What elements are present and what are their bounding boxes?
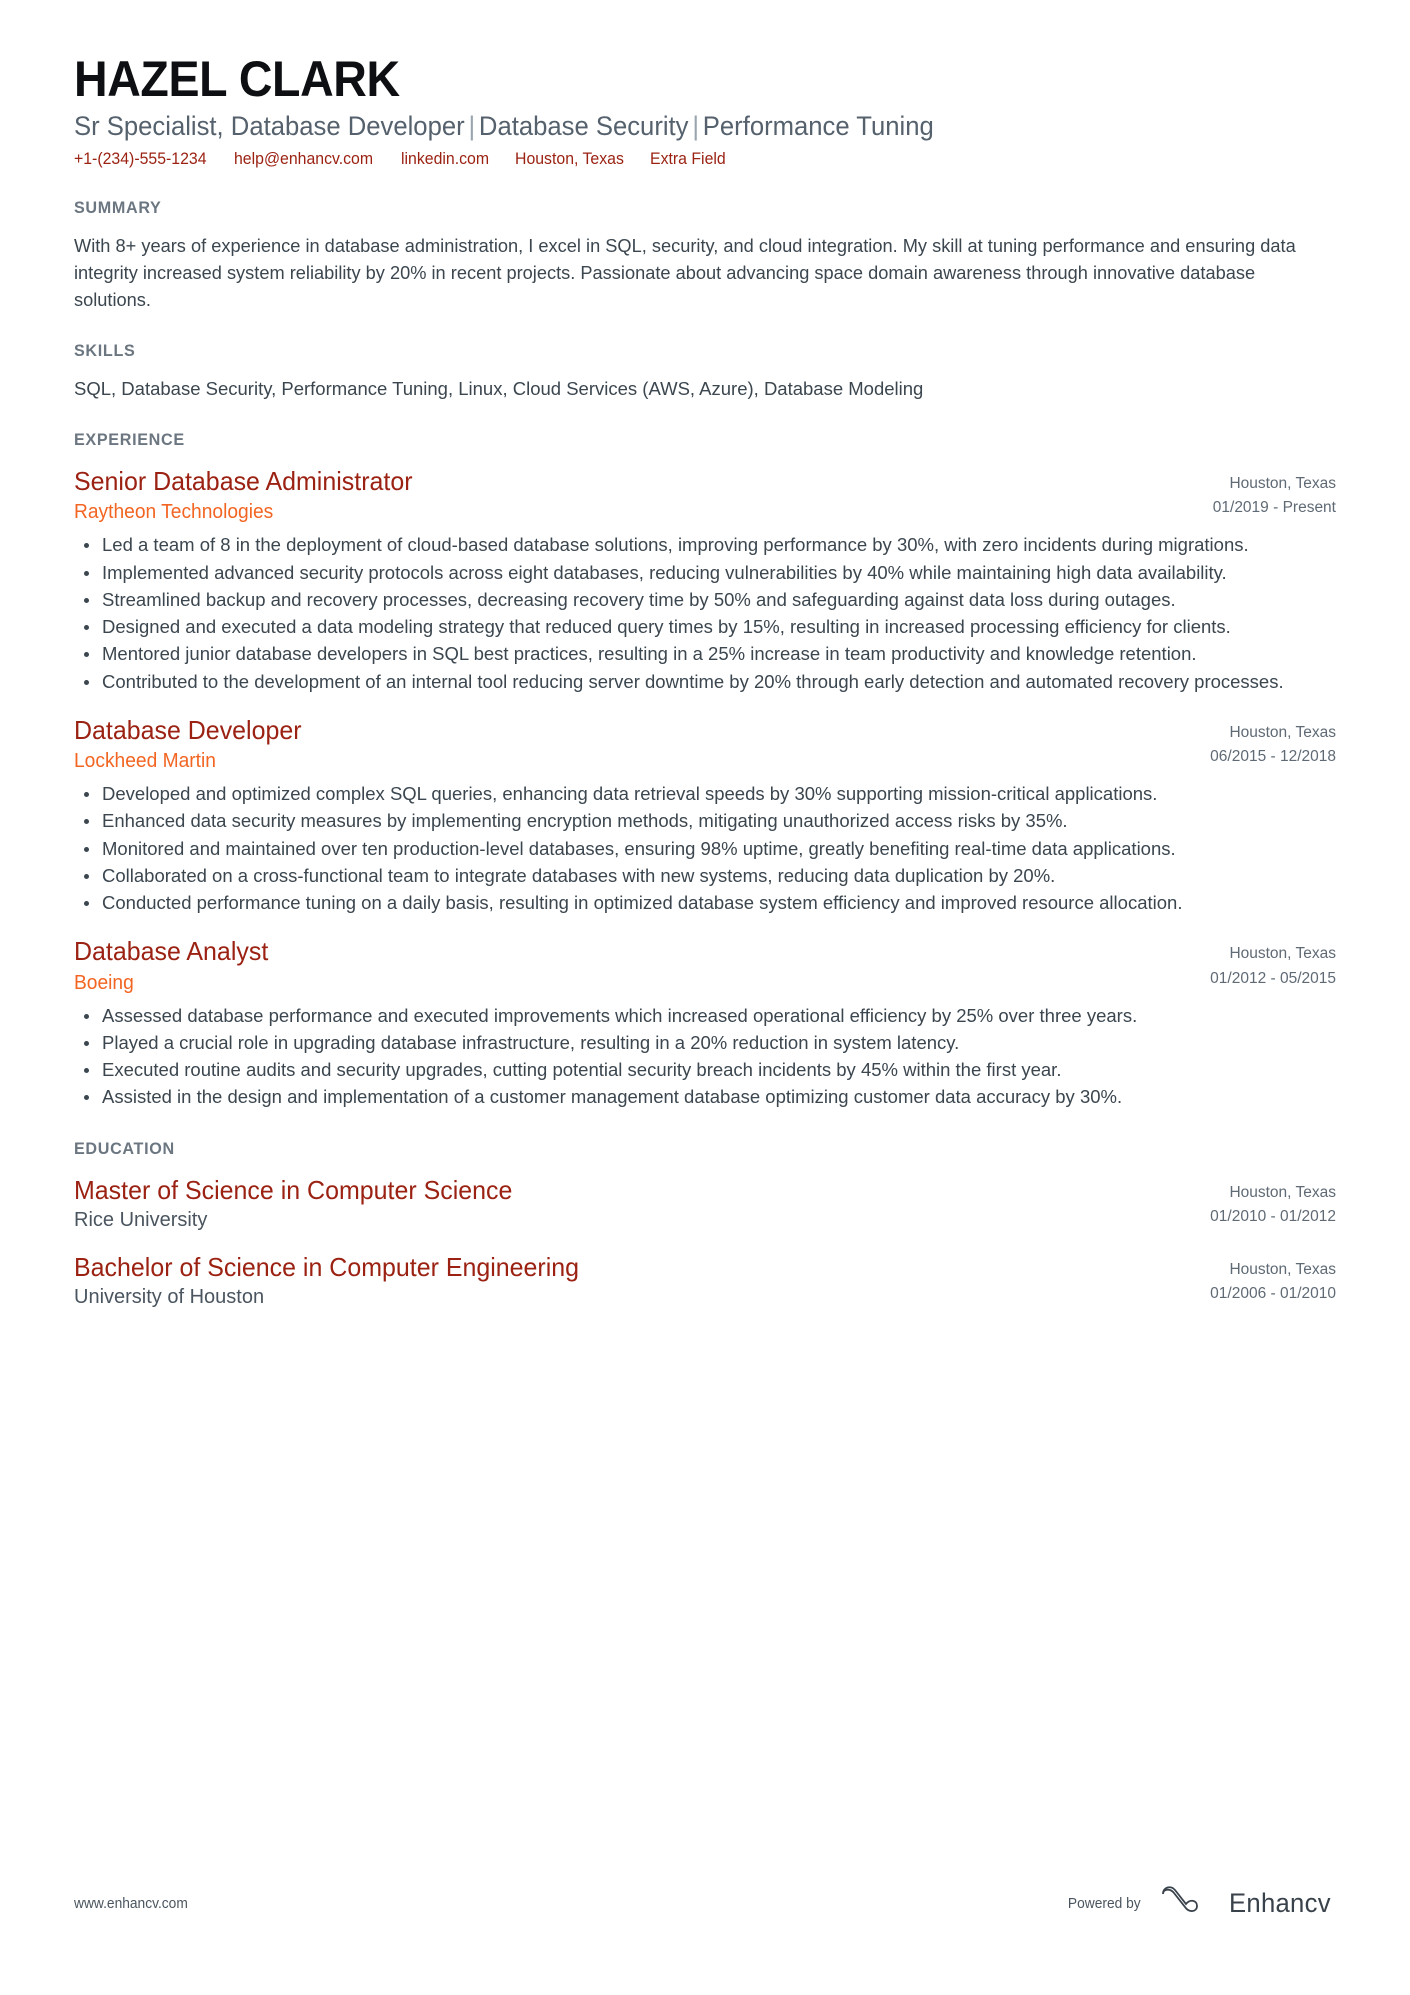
- experience-section-title: EXPERIENCE: [74, 430, 185, 450]
- job-bullet: Assisted in the design and implementatio…: [74, 1084, 1332, 1110]
- job-bullets: Led a team of 8 in the deployment of clo…: [74, 532, 1336, 695]
- headline-separator: |: [468, 111, 476, 141]
- job-bullet: Implemented advanced security protocols …: [74, 560, 1332, 586]
- company-name: Boeing: [74, 971, 134, 994]
- job-location: Houston, Texas: [1229, 475, 1336, 493]
- summary-section-title: SUMMARY: [74, 198, 162, 218]
- experience-entries: Senior Database Administrator Raytheon T…: [74, 464, 1336, 1111]
- job-dates: 06/2015 - 12/2018: [1210, 747, 1336, 765]
- job-bullet: Assessed database performance and execut…: [74, 1003, 1332, 1029]
- job-bullets: Assessed database performance and execut…: [74, 1003, 1336, 1111]
- contact-extra-field: Extra Field: [650, 150, 726, 169]
- job-title: Database Analyst: [74, 936, 269, 967]
- school-name: Rice University: [74, 1208, 208, 1231]
- skills-section: SKILLS SQL, Database Security, Performan…: [74, 341, 1336, 402]
- skills-text: SQL, Database Security, Performance Tuni…: [74, 378, 924, 400]
- experience-entry: Senior Database Administrator Raytheon T…: [74, 464, 1336, 695]
- job-bullet: Streamlined backup and recovery processe…: [74, 587, 1332, 613]
- experience-entry: Database Developer Lockheed Martin Houst…: [74, 713, 1336, 917]
- job-bullet: Executed routine audits and security upg…: [74, 1057, 1332, 1083]
- job-bullets: Developed and optimized complex SQL quer…: [74, 781, 1336, 916]
- headline-part-1: Database Security: [478, 111, 689, 141]
- education-entry: Master of Science in Computer Science Ri…: [74, 1173, 1336, 1232]
- experience-entry: Database Analyst Boeing Houston, Texas 0…: [74, 934, 1336, 1110]
- job-dates: 01/2019 - Present: [1212, 499, 1336, 517]
- job-title: Database Developer: [74, 714, 302, 745]
- enhancv-brand-name: Enhancv: [1228, 1888, 1331, 1918]
- resume-page: HAZEL CLARK Sr Specialist, Database Deve…: [0, 0, 1410, 1995]
- job-bullet: Mentored junior database developers in S…: [74, 641, 1332, 667]
- headline-part-0: Sr Specialist, Database Developer: [74, 111, 465, 141]
- contact-location: Houston, Texas: [514, 150, 624, 169]
- education-entry-header: Master of Science in Computer Science Ri…: [74, 1173, 1336, 1232]
- experience-entry-header: Senior Database Administrator Raytheon T…: [74, 464, 1336, 524]
- job-location: Houston, Texas: [1229, 723, 1336, 741]
- enhancv-logo-icon: [1159, 1886, 1213, 1921]
- education-entry: Bachelor of Science in Computer Engineer…: [74, 1250, 1336, 1309]
- contact-email[interactable]: help@enhancv.com: [234, 150, 373, 170]
- experience-entry-header: Database Analyst Boeing Houston, Texas 0…: [74, 934, 1336, 994]
- education-location: Houston, Texas: [1229, 1183, 1336, 1201]
- job-bullet: Designed and executed a data modeling st…: [74, 614, 1332, 640]
- job-location: Houston, Texas: [1229, 945, 1336, 963]
- education-section-title: EDUCATION: [74, 1138, 175, 1158]
- education-dates: 01/2006 - 01/2010: [1210, 1284, 1336, 1302]
- job-title: Senior Database Administrator: [74, 466, 413, 497]
- job-bullet: Developed and optimized complex SQL quer…: [74, 781, 1332, 807]
- page-footer: www.enhancv.com Powered by Enhancv: [74, 1886, 1336, 1921]
- experience-section: EXPERIENCE Senior Database Administrator…: [74, 430, 1336, 1111]
- footer-website-url[interactable]: www.enhancv.com: [74, 1896, 188, 1912]
- job-bullet: Collaborated on a cross-functional team …: [74, 863, 1332, 889]
- contact-phone[interactable]: +1-(234)-555-1234: [74, 150, 207, 170]
- skills-section-title: SKILLS: [74, 341, 136, 361]
- education-dates: 01/2010 - 01/2012: [1210, 1207, 1336, 1225]
- degree-title: Master of Science in Computer Science: [74, 1174, 513, 1205]
- education-entry-header: Bachelor of Science in Computer Engineer…: [74, 1250, 1336, 1309]
- job-bullet: Monitored and maintained over ten produc…: [74, 836, 1332, 862]
- job-bullet: Led a team of 8 in the deployment of clo…: [74, 532, 1332, 558]
- job-bullet: Contributed to the development of an int…: [74, 669, 1332, 695]
- candidate-headline: Sr Specialist, Database Developer | Databa…: [74, 110, 1273, 142]
- candidate-name: HAZEL CLARK: [74, 51, 400, 107]
- summary-section: SUMMARY With 8+ years of experience in d…: [74, 198, 1336, 313]
- contact-list: +1-(234)-555-1234 help@enhancv.com linke…: [74, 150, 1336, 170]
- footer-branding: Powered by Enhancv: [1066, 1886, 1336, 1921]
- education-location: Houston, Texas: [1229, 1260, 1336, 1278]
- footer-powered-by-label: Powered by: [1068, 1895, 1141, 1912]
- job-dates: 01/2012 - 05/2015: [1210, 969, 1336, 987]
- job-bullet: Enhanced data security measures by imple…: [74, 808, 1332, 834]
- resume-header: HAZEL CLARK Sr Specialist, Database Deve…: [74, 52, 1336, 170]
- degree-title: Bachelor of Science in Computer Engineer…: [74, 1251, 580, 1282]
- job-bullet: Played a crucial role in upgrading datab…: [74, 1030, 1332, 1056]
- headline-part-2: Performance Tuning: [702, 111, 934, 141]
- experience-entry-header: Database Developer Lockheed Martin Houst…: [74, 713, 1336, 773]
- contact-linkedin[interactable]: linkedin.com: [401, 150, 489, 170]
- company-name: Lockheed Martin: [74, 750, 216, 773]
- school-name: University of Houston: [74, 1286, 265, 1309]
- company-name: Raytheon Technologies: [74, 501, 274, 524]
- summary-text: With 8+ years of experience in database …: [74, 235, 1296, 311]
- job-bullet: Conducted performance tuning on a daily …: [74, 890, 1332, 916]
- headline-separator: |: [692, 111, 699, 141]
- education-section: EDUCATION Master of Science in Computer …: [74, 1139, 1336, 1309]
